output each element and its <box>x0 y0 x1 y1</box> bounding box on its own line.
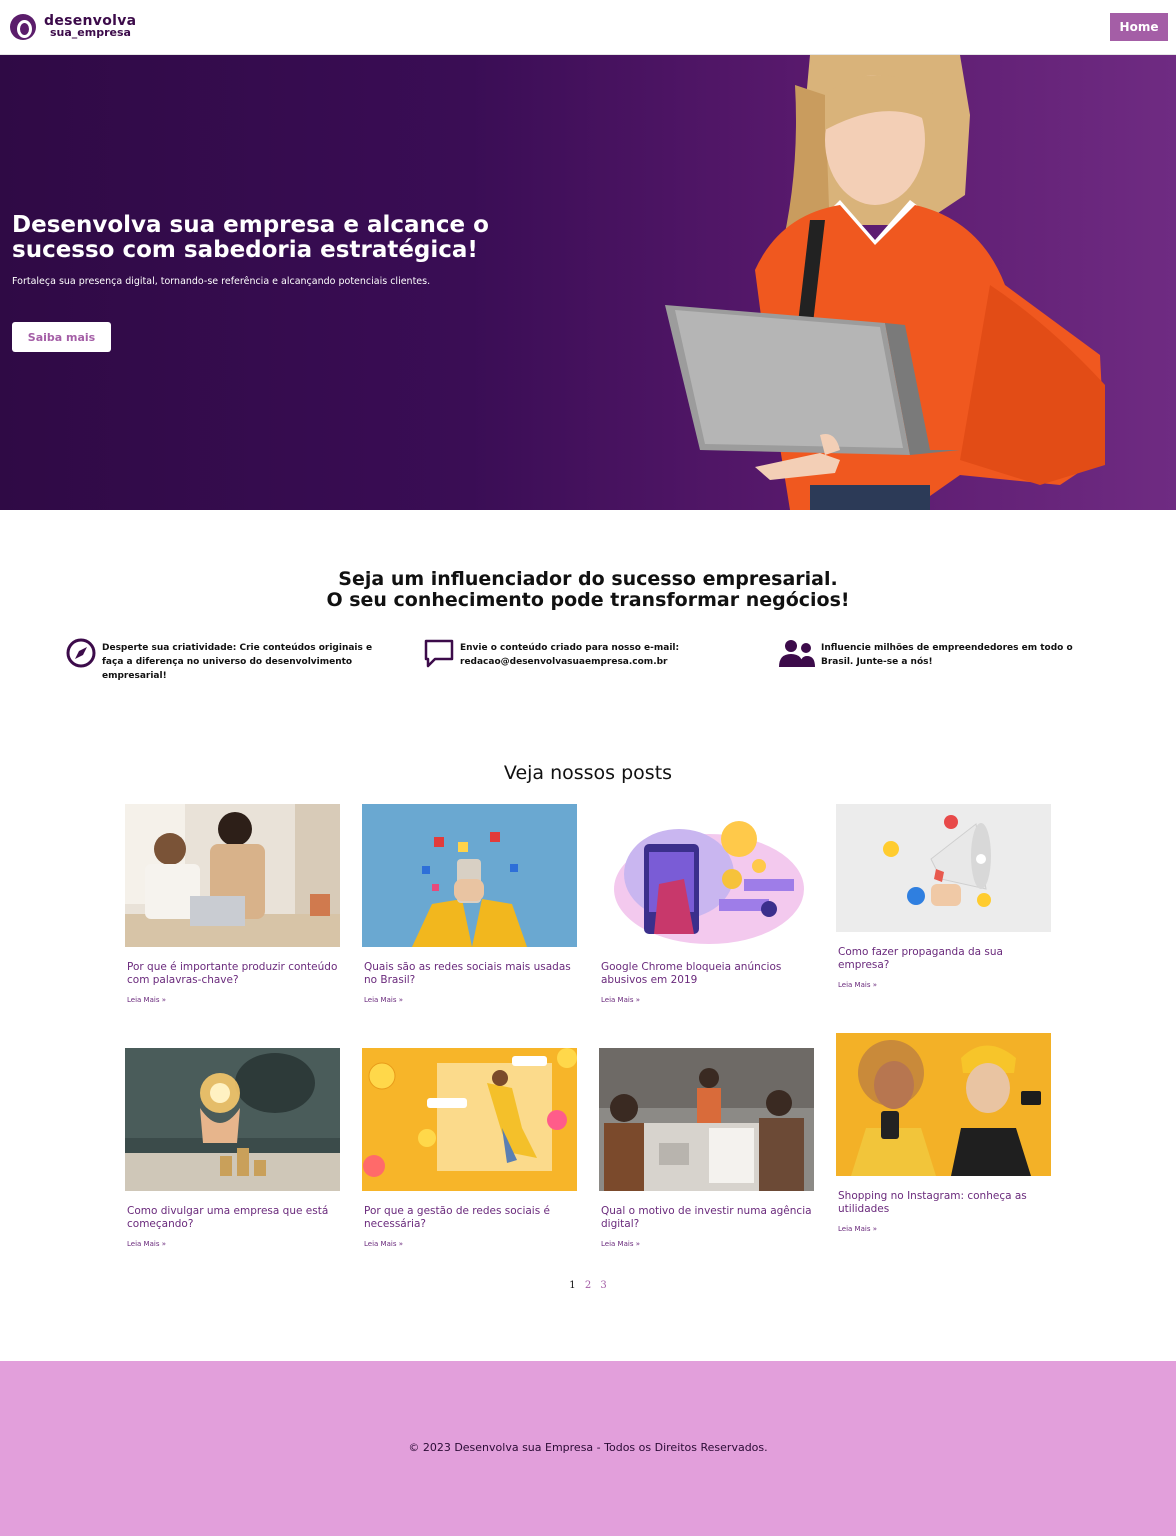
post-title[interactable]: Quais são as redes sociais mais usadas n… <box>362 961 577 987</box>
posts-heading: Veja nossos posts <box>503 762 673 784</box>
page-link-2[interactable]: 2 <box>585 1280 591 1291</box>
hero-subtitle: Fortaleça sua presença digital, tornando… <box>12 276 431 287</box>
compass-icon <box>66 638 96 668</box>
read-more-link[interactable]: Leia Mais » <box>362 996 577 1004</box>
post-card[interactable]: Como divulgar uma empresa que está começ… <box>125 1048 340 1248</box>
post-card[interactable]: Google Chrome bloqueia anúncios abusivos… <box>599 804 814 1004</box>
nav-home-button[interactable]: Home <box>1110 13 1168 41</box>
read-more-link[interactable]: Leia Mais » <box>599 996 814 1004</box>
feature-text: Desperte sua criatividade: Crie conteúdo… <box>102 643 373 681</box>
logo-text-bottom: sua_empresa <box>50 26 131 39</box>
feature-item-email: Envie o conteúdo criado para nosso e-mai… <box>423 637 713 669</box>
post-title[interactable]: Shopping no Instagram: conheça as utilid… <box>836 1190 1051 1216</box>
post-title[interactable]: Por que a gestão de redes sociais é nece… <box>362 1205 577 1231</box>
post-thumbnail-office[interactable] <box>125 804 340 947</box>
copyright-text: © 2023 Desenvolva sua Empresa - Todos os… <box>408 1441 768 1454</box>
post-thumbnail-megaphone[interactable] <box>836 804 1051 932</box>
hero-woman-laptop-photo <box>665 55 1105 510</box>
read-more-link[interactable]: Leia Mais » <box>836 981 1051 989</box>
users-icon <box>779 640 815 667</box>
post-thumbnail-meeting[interactable] <box>599 1048 814 1191</box>
post-card[interactable]: Quais são as redes sociais mais usadas n… <box>362 804 577 1004</box>
site-footer: © 2023 Desenvolva sua Empresa - Todos os… <box>0 1361 1176 1536</box>
post-title[interactable]: Como divulgar uma empresa que está começ… <box>125 1205 340 1231</box>
hero-title: Desenvolva sua empresa e alcance o suces… <box>12 212 489 263</box>
chat-bubble-icon <box>424 639 454 668</box>
post-card[interactable]: Por que a gestão de redes sociais é nece… <box>362 1048 577 1248</box>
logo-icon <box>10 14 36 40</box>
post-thumbnail-influencer-marketing[interactable] <box>362 1048 577 1191</box>
read-more-link[interactable]: Leia Mais » <box>836 1225 1051 1233</box>
feature-item-creativity: Desperte sua criatividade: Crie conteúdo… <box>65 637 395 683</box>
read-more-link[interactable]: Leia Mais » <box>125 1240 340 1248</box>
site-header: desenvolva sua_empresa Home <box>0 0 1176 55</box>
influencer-heading: Seja um influenciador do sucesso empresa… <box>326 568 850 611</box>
post-thumbnail-instagram-shopping[interactable] <box>836 1033 1051 1176</box>
post-title[interactable]: Por que é importante produzir conteúdo c… <box>125 961 340 987</box>
read-more-link[interactable]: Leia Mais » <box>362 1240 577 1248</box>
saiba-mais-button[interactable]: Saiba mais <box>12 322 111 352</box>
post-thumbnail-social-phone[interactable] <box>362 804 577 947</box>
post-card[interactable]: Qual o motivo de investir numa agência d… <box>599 1048 814 1248</box>
post-title[interactable]: Qual o motivo de investir numa agência d… <box>599 1205 814 1231</box>
post-card[interactable]: Shopping no Instagram: conheça as utilid… <box>836 1033 1051 1233</box>
post-title[interactable]: Como fazer propaganda da sua empresa? <box>836 946 1051 972</box>
feature-item-influence: Influencie milhões de empreendedores em … <box>778 637 1108 669</box>
pagination: 1 2 3 <box>0 1280 1176 1291</box>
read-more-link[interactable]: Leia Mais » <box>125 996 340 1004</box>
post-thumbnail-lightbulb[interactable] <box>125 1048 340 1191</box>
post-thumbnail-ad-blocking[interactable] <box>599 804 814 947</box>
post-card[interactable]: Por que é importante produzir conteúdo c… <box>125 804 340 1004</box>
feature-text: Influencie milhões de empreendedores em … <box>821 643 1073 667</box>
feature-text: Envie o conteúdo criado para nosso e-mai… <box>460 643 680 667</box>
site-logo[interactable]: desenvolva sua_empresa <box>10 14 136 40</box>
page-current: 1 <box>569 1280 576 1291</box>
read-more-link[interactable]: Leia Mais » <box>599 1240 814 1248</box>
hero-banner: Desenvolva sua empresa e alcance o suces… <box>0 55 1176 510</box>
post-card[interactable]: Como fazer propaganda da sua empresa? Le… <box>836 804 1051 989</box>
page-link-3[interactable]: 3 <box>600 1280 606 1291</box>
post-title[interactable]: Google Chrome bloqueia anúncios abusivos… <box>599 961 814 987</box>
